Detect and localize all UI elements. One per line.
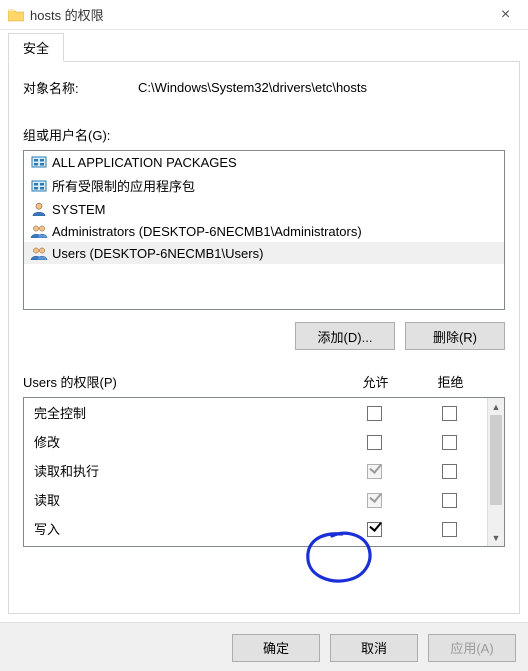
permission-name: 完全控制 — [34, 403, 337, 422]
package-icon — [30, 154, 48, 170]
group-item[interactable]: Users (DESKTOP-6NECMB1\Users) — [24, 242, 504, 264]
group-item-label: ALL APPLICATION PACKAGES — [52, 155, 237, 170]
object-name-label: 对象名称: — [23, 78, 138, 97]
permission-row: 写入 — [24, 514, 487, 543]
window-title: hosts 的权限 — [30, 5, 104, 24]
scroll-track[interactable] — [488, 415, 504, 529]
ok-button[interactable]: 确定 — [232, 634, 320, 662]
group-icon — [30, 223, 48, 239]
allow-column-label: 允许 — [338, 372, 413, 391]
titlebar: hosts 的权限 × — [0, 0, 528, 30]
apply-button[interactable]: 应用(A) — [428, 634, 516, 662]
group-item-label: Administrators (DESKTOP-6NECMB1\Administ… — [52, 224, 362, 239]
group-item[interactable]: ALL APPLICATION PACKAGES — [24, 151, 504, 173]
group-item[interactable]: 所有受限制的应用程序包 — [24, 173, 504, 198]
permission-name: 读取和执行 — [34, 461, 337, 480]
deny-checkbox[interactable] — [442, 435, 457, 450]
scroll-thumb[interactable] — [490, 415, 502, 505]
permissions-scrollbar[interactable]: ▲ ▼ — [487, 398, 504, 546]
permission-row: 读取和执行 — [24, 456, 487, 485]
deny-column-label: 拒绝 — [413, 372, 488, 391]
allow-checkbox[interactable] — [367, 406, 382, 421]
allow-checkbox[interactable] — [367, 435, 382, 450]
permission-name: 读取 — [34, 490, 337, 509]
permission-row: 读取 — [24, 485, 487, 514]
group-item-label: Users (DESKTOP-6NECMB1\Users) — [52, 246, 263, 261]
deny-checkbox[interactable] — [442, 464, 457, 479]
groups-listbox[interactable]: ALL APPLICATION PACKAGES 所有受限制的应用程序包 SYSTE… — [23, 150, 505, 310]
permission-row: 完全控制 — [24, 398, 487, 427]
scroll-up-icon[interactable]: ▲ — [488, 398, 504, 415]
group-item[interactable]: SYSTEM — [24, 198, 504, 220]
dialog-footer: 确定 取消 应用(A) — [0, 622, 528, 671]
group-item-label: SYSTEM — [52, 202, 105, 217]
permissions-list: 完全控制修改读取和执行读取写入 — [24, 398, 487, 546]
permission-row: 修改 — [24, 427, 487, 456]
user-icon — [30, 201, 48, 217]
remove-button[interactable]: 删除(R) — [405, 322, 505, 350]
permissions-header: Users 的权限(P) 允许 拒绝 — [23, 372, 505, 391]
add-button[interactable]: 添加(D)... — [295, 322, 395, 350]
group-item-label: 所有受限制的应用程序包 — [52, 176, 195, 195]
deny-checkbox[interactable] — [442, 493, 457, 508]
close-button[interactable]: × — [483, 0, 528, 30]
permission-name: 修改 — [34, 432, 337, 451]
allow-checkbox[interactable] — [367, 464, 382, 479]
groups-buttons: 添加(D)... 删除(R) — [23, 322, 505, 350]
cancel-button[interactable]: 取消 — [330, 634, 418, 662]
dialog-body: 安全 对象名称: C:\Windows\System32\drivers\etc… — [0, 30, 528, 622]
deny-checkbox[interactable] — [442, 406, 457, 421]
permissions-label: Users 的权限(P) — [23, 372, 338, 391]
allow-checkbox[interactable] — [367, 493, 382, 508]
permissions-box: 完全控制修改读取和执行读取写入 ▲ ▼ — [23, 397, 505, 547]
group-icon — [30, 245, 48, 261]
groups-label: 组或用户名(G): — [23, 125, 505, 144]
package-icon — [30, 178, 48, 194]
folder-icon — [8, 8, 24, 22]
deny-checkbox[interactable] — [442, 522, 457, 537]
scroll-down-icon[interactable]: ▼ — [488, 529, 504, 546]
tab-security[interactable]: 安全 — [8, 33, 64, 62]
tabpage-security: 对象名称: C:\Windows\System32\drivers\etc\ho… — [8, 62, 520, 614]
object-name-value: C:\Windows\System32\drivers\etc\hosts — [138, 80, 505, 95]
permission-name: 写入 — [34, 519, 337, 538]
group-item[interactable]: Administrators (DESKTOP-6NECMB1\Administ… — [24, 220, 504, 242]
object-name-row: 对象名称: C:\Windows\System32\drivers\etc\ho… — [23, 78, 505, 97]
tabstrip: 安全 — [8, 36, 520, 62]
close-icon: × — [501, 6, 510, 24]
allow-checkbox[interactable] — [367, 522, 382, 537]
